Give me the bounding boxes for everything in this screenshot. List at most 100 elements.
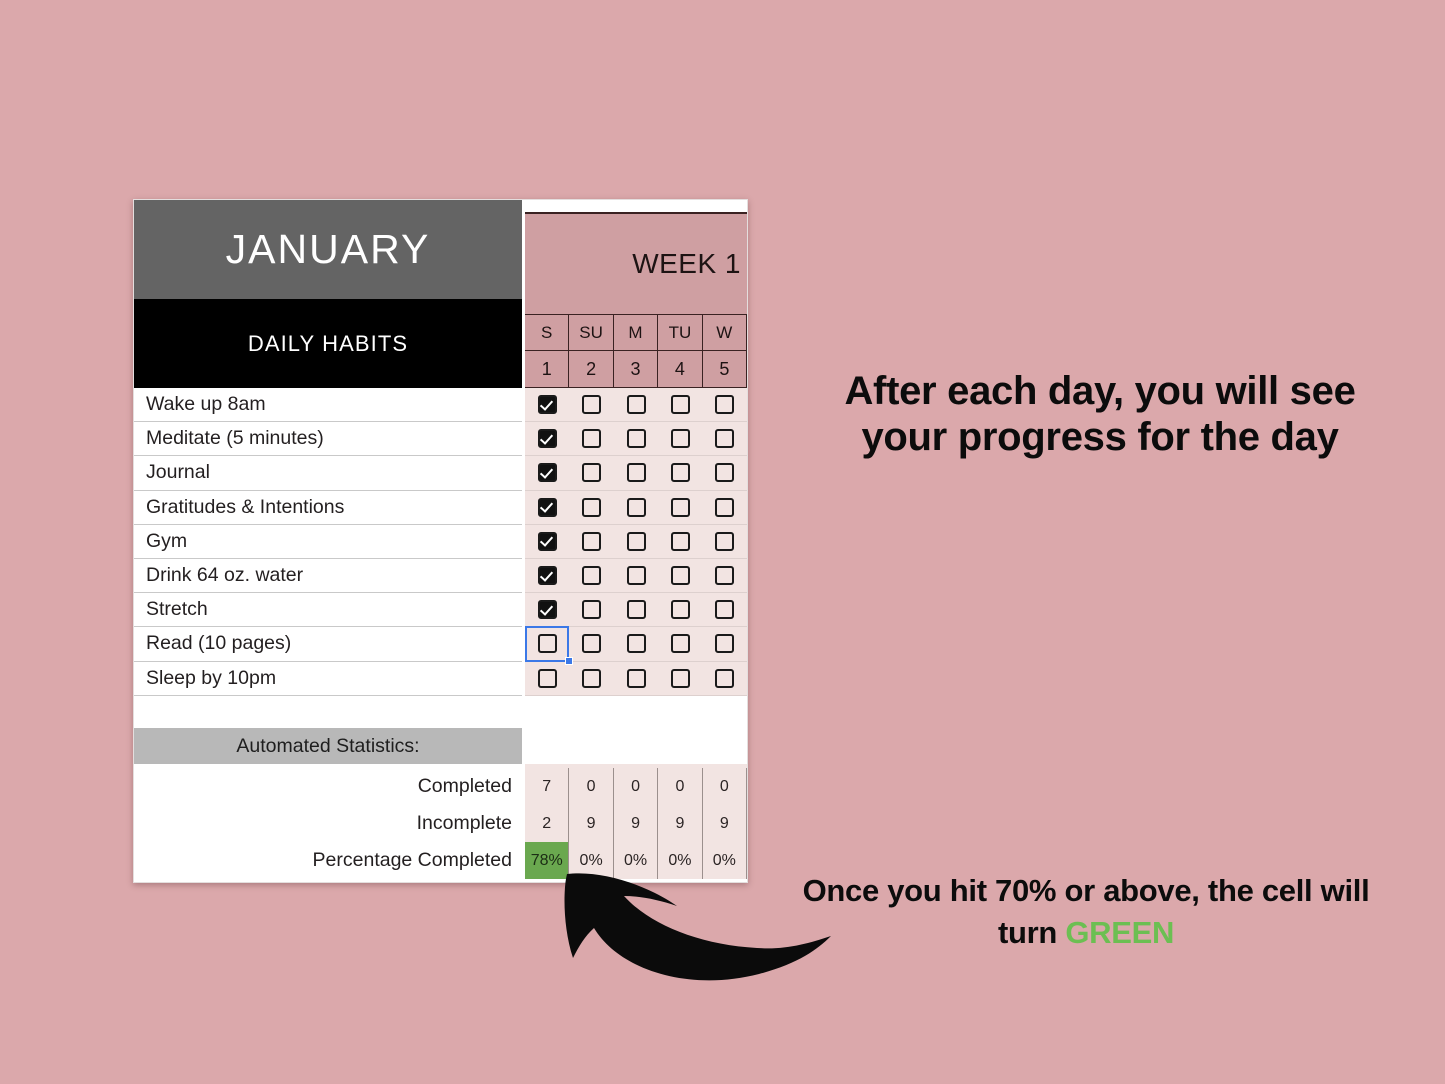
habit-check-cell[interactable]	[569, 627, 613, 660]
checkbox-checked-icon[interactable]	[537, 566, 557, 586]
checkbox-empty-icon[interactable]	[670, 668, 690, 688]
checkbox-empty-icon[interactable]	[715, 463, 735, 483]
habit-checkbox-grid[interactable]	[525, 388, 747, 696]
habit-check-cell[interactable]	[614, 491, 658, 524]
habit-check-cell[interactable]	[658, 525, 702, 558]
statistics-body: Completed Incomplete Percentage Completed …	[134, 764, 748, 879]
habit-check-row	[525, 662, 747, 696]
checkbox-checked-icon[interactable]	[537, 463, 557, 483]
habit-check-cell[interactable]	[614, 662, 658, 695]
habit-check-cell[interactable]	[525, 422, 569, 455]
panel-header-zone: JANUARY DAILY HABITS WEEK 1 S SU M TU W …	[134, 200, 748, 388]
habit-check-cell[interactable]	[569, 422, 613, 455]
habit-check-cell[interactable]	[703, 662, 747, 695]
habit-check-cell[interactable]	[658, 559, 702, 592]
habit-check-cell[interactable]	[658, 388, 702, 421]
habit-check-cell[interactable]	[658, 662, 702, 695]
checkbox-empty-icon[interactable]	[670, 566, 690, 586]
checkbox-empty-icon[interactable]	[670, 429, 690, 449]
checkbox-checked-icon[interactable]	[537, 497, 557, 517]
daily-habits-subtitle: DAILY HABITS	[134, 299, 522, 388]
checkbox-empty-icon[interactable]	[670, 600, 690, 620]
statistics-value-cell: 2	[525, 805, 570, 842]
selected-cell[interactable]	[525, 626, 574, 666]
checkbox-empty-icon[interactable]	[582, 395, 602, 415]
habit-check-cell[interactable]	[703, 593, 747, 626]
day-name-cell: S	[525, 315, 570, 350]
habit-check-cell[interactable]	[525, 662, 569, 695]
checkbox-empty-icon[interactable]	[670, 531, 690, 551]
habit-check-cell[interactable]	[569, 456, 613, 489]
habit-check-cell[interactable]	[614, 422, 658, 455]
habit-check-cell[interactable]	[614, 593, 658, 626]
habit-check-cell[interactable]	[614, 388, 658, 421]
checkbox-checked-icon[interactable]	[537, 395, 557, 415]
habit-check-cell[interactable]	[658, 627, 702, 660]
habit-check-cell[interactable]	[658, 491, 702, 524]
habit-check-cell[interactable]	[569, 593, 613, 626]
checkbox-checked-icon[interactable]	[537, 429, 557, 449]
habit-check-cell[interactable]	[525, 559, 569, 592]
checkbox-empty-icon[interactable]	[626, 531, 646, 551]
checkbox-empty-icon[interactable]	[582, 463, 602, 483]
habit-check-cell[interactable]	[614, 559, 658, 592]
checkbox-empty-icon[interactable]	[670, 497, 690, 517]
checkbox-empty-icon[interactable]	[715, 566, 735, 586]
checkbox-empty-icon[interactable]	[715, 531, 735, 551]
habit-check-cell[interactable]	[703, 525, 747, 558]
checkbox-empty-icon[interactable]	[626, 463, 646, 483]
checkbox-empty-icon[interactable]	[670, 634, 690, 654]
checkbox-empty-icon[interactable]	[582, 600, 602, 620]
habit-check-cell[interactable]	[703, 388, 747, 421]
habit-check-cell[interactable]	[703, 627, 747, 660]
habit-check-cell[interactable]	[569, 491, 613, 524]
habit-check-cell[interactable]	[614, 627, 658, 660]
checkbox-checked-icon[interactable]	[537, 600, 557, 620]
habit-check-cell[interactable]	[525, 491, 569, 524]
habit-check-cell[interactable]	[658, 456, 702, 489]
habit-check-cell[interactable]	[703, 491, 747, 524]
checkbox-empty-icon[interactable]	[582, 531, 602, 551]
habit-check-cell[interactable]	[703, 422, 747, 455]
checkbox-empty-icon[interactable]	[626, 634, 646, 654]
habit-check-cell[interactable]	[525, 593, 569, 626]
checkbox-empty-icon[interactable]	[715, 634, 735, 654]
habit-check-cell[interactable]	[569, 525, 613, 558]
checkbox-empty-icon[interactable]	[626, 497, 646, 517]
checkbox-empty-icon[interactable]	[582, 668, 602, 688]
checkbox-empty-icon[interactable]	[626, 566, 646, 586]
habit-check-cell[interactable]	[658, 593, 702, 626]
checkbox-empty-icon[interactable]	[715, 668, 735, 688]
checkbox-empty-icon[interactable]	[582, 566, 602, 586]
checkbox-checked-icon[interactable]	[537, 531, 557, 551]
habit-check-cell[interactable]	[614, 525, 658, 558]
checkbox-empty-icon[interactable]	[670, 395, 690, 415]
habit-check-cell[interactable]	[614, 456, 658, 489]
checkbox-empty-icon[interactable]	[582, 634, 602, 654]
checkbox-empty-icon[interactable]	[537, 634, 557, 654]
checkbox-empty-icon[interactable]	[626, 429, 646, 449]
checkbox-empty-icon[interactable]	[626, 600, 646, 620]
habit-check-cell[interactable]	[569, 662, 613, 695]
checkbox-empty-icon[interactable]	[715, 497, 735, 517]
checkbox-empty-icon[interactable]	[626, 668, 646, 688]
checkbox-empty-icon[interactable]	[670, 463, 690, 483]
habit-check-cell[interactable]	[525, 456, 569, 489]
checkbox-empty-icon[interactable]	[715, 395, 735, 415]
habit-check-cell[interactable]	[569, 388, 613, 421]
spacer-left	[134, 696, 525, 728]
habit-check-cell[interactable]	[569, 559, 613, 592]
checkbox-empty-icon[interactable]	[582, 497, 602, 517]
habit-check-cell[interactable]	[525, 525, 569, 558]
habit-check-cell[interactable]	[525, 388, 569, 421]
habit-check-cell[interactable]	[658, 422, 702, 455]
habit-check-cell[interactable]	[703, 559, 747, 592]
checkbox-empty-icon[interactable]	[626, 395, 646, 415]
habit-name: Gratitudes & Intentions	[134, 491, 522, 525]
day-number-cell: 5	[703, 351, 748, 387]
checkbox-empty-icon[interactable]	[537, 668, 557, 688]
checkbox-empty-icon[interactable]	[715, 600, 735, 620]
checkbox-empty-icon[interactable]	[582, 429, 602, 449]
checkbox-empty-icon[interactable]	[715, 429, 735, 449]
habit-check-cell[interactable]	[703, 456, 747, 489]
